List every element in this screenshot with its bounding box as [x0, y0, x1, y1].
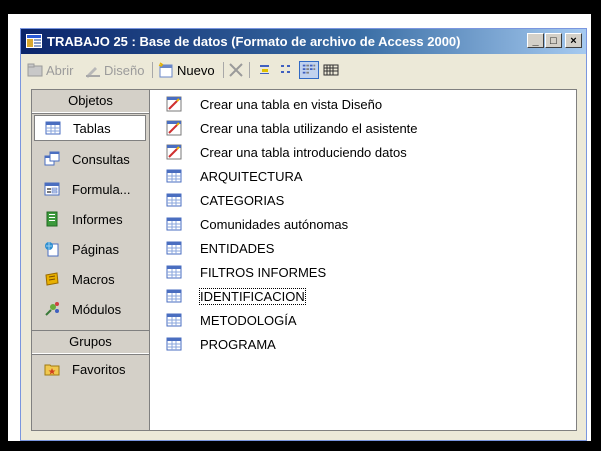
sidebar-item-consultas[interactable]: Consultas [34, 146, 146, 172]
close-icon: × [570, 34, 577, 47]
list-item-label: FILTROS INFORMES [200, 264, 327, 280]
sidebar-item-formularios[interactable]: Formula... [34, 176, 146, 202]
window-title: TRABAJO 25 : Base de datos (Formato de a… [47, 34, 461, 49]
frame-left [0, 0, 8, 451]
toolbar-separator [249, 62, 250, 78]
open-icon [27, 63, 43, 77]
minimize-icon: _ [532, 34, 539, 47]
table-icon [45, 121, 61, 135]
database-window-icon [26, 34, 42, 48]
toolbar-separator [152, 62, 153, 78]
minimize-button[interactable]: _ [527, 33, 544, 48]
list-item[interactable]: ENTIDADES [158, 238, 274, 258]
list-item-label: IDENTIFICACION [199, 287, 306, 305]
maximize-button[interactable]: □ [545, 33, 562, 48]
list-item[interactable]: CATEGORIAS [158, 190, 284, 210]
new-label: Nuevo [177, 62, 215, 78]
list-item[interactable]: Crear una tabla introduciendo datos [158, 142, 407, 162]
sidebar-item-tablas[interactable]: Tablas [34, 115, 146, 141]
query-icon [44, 151, 60, 166]
table-icon [166, 289, 182, 303]
module-icon [45, 302, 59, 316]
delete-icon [229, 63, 243, 77]
sidebar-item-label: Informes [72, 211, 123, 227]
database-window: TRABAJO 25 : Base de datos (Formato de a… [20, 28, 587, 441]
table-icon [166, 313, 182, 327]
frame-top [0, 0, 601, 14]
list-item-label: ENTIDADES [200, 240, 275, 256]
wizard-icon [166, 96, 182, 112]
sidebar-item-paginas[interactable]: Páginas [34, 236, 146, 262]
list-item[interactable]: FILTROS INFORMES [158, 262, 326, 282]
objects-bar: Objetos Tablas Consultas Formula... Info… [32, 90, 150, 430]
design-icon [86, 67, 100, 78]
sidebar-item-modulos[interactable]: Módulos [34, 296, 146, 322]
new-button[interactable]: Nuevo [158, 60, 215, 80]
list-item[interactable]: Crear una tabla en vista Diseño [158, 94, 382, 114]
wizard-icon [166, 120, 182, 136]
list-item-label: Crear una tabla utilizando el asistente [200, 120, 418, 136]
sidebar-item-label: Módulos [72, 301, 122, 317]
list-item-label: PROGRAMA [200, 336, 276, 352]
groups-header[interactable]: Grupos [32, 330, 149, 354]
window-controls: _ □ × [526, 33, 582, 48]
list-item-label: METODOLOGÍA [200, 312, 297, 328]
delete-button[interactable] [228, 60, 247, 80]
list-item[interactable]: ARQUITECTURA [158, 166, 303, 186]
sidebar-item-macros[interactable]: Macros [34, 266, 146, 292]
table-icon [166, 265, 182, 279]
table-icon [166, 337, 182, 351]
page-icon [45, 242, 59, 257]
close-button[interactable]: × [565, 33, 582, 48]
design-label: Diseño [104, 62, 145, 78]
large-icons-view-icon[interactable] [255, 61, 275, 79]
sidebar-item-label: Formula... [72, 181, 131, 197]
design-button[interactable]: Diseño [85, 60, 144, 80]
toolbar-separator [223, 62, 224, 78]
wizard-icon [166, 144, 182, 160]
report-icon [46, 211, 58, 227]
database-panel: Objetos Tablas Consultas Formula... Info… [31, 89, 577, 431]
list-item-label: CATEGORIAS [200, 192, 285, 208]
list-item[interactable]: METODOLOGÍA [158, 310, 297, 330]
frame-bottom [0, 441, 601, 451]
sidebar-item-label: Páginas [72, 241, 119, 257]
favorites-icon [44, 364, 60, 376]
table-icon [166, 193, 182, 207]
objects-list: Crear una tabla en vista Diseño Crear un… [158, 94, 572, 426]
details-view-icon[interactable] [321, 61, 341, 79]
maximize-icon: □ [550, 34, 557, 47]
list-item-label: ARQUITECTURA [200, 168, 303, 184]
sidebar-item-label: Favoritos [72, 361, 126, 377]
table-icon [166, 217, 182, 231]
list-item[interactable]: PROGRAMA [158, 334, 276, 354]
macro-icon [45, 272, 59, 286]
objects-header[interactable]: Objetos [32, 90, 149, 113]
new-icon [158, 62, 173, 78]
list-view-icon[interactable] [299, 61, 319, 79]
list-item-label: Crear una tabla en vista Diseño [200, 96, 383, 112]
toolbar: Abrir Diseño Nuevo [21, 56, 586, 84]
form-icon [44, 182, 60, 196]
sidebar-item-label: Macros [72, 271, 115, 287]
small-icons-view-icon[interactable] [277, 61, 297, 79]
sidebar-item-label: Tablas [73, 120, 111, 136]
list-item[interactable]: Comunidades autónomas [158, 214, 348, 234]
sidebar-item-label: Consultas [72, 151, 130, 167]
open-button[interactable]: Abrir [27, 60, 73, 80]
sidebar-item-favoritos[interactable]: Favoritos [34, 356, 146, 382]
sidebar-item-informes[interactable]: Informes [34, 206, 146, 232]
table-icon [166, 169, 182, 183]
title-bar[interactable]: TRABAJO 25 : Base de datos (Formato de a… [21, 29, 586, 54]
screenshot-canvas: TRABAJO 25 : Base de datos (Formato de a… [0, 0, 601, 451]
list-item[interactable]: Crear una tabla utilizando el asistente [158, 118, 418, 138]
list-item-label: Comunidades autónomas [200, 216, 349, 232]
table-icon [166, 241, 182, 255]
open-label: Abrir [46, 62, 74, 78]
list-item[interactable]: IDENTIFICACION [158, 286, 306, 306]
list-item-label: Crear una tabla introduciendo datos [200, 144, 407, 160]
frame-right [591, 0, 601, 451]
